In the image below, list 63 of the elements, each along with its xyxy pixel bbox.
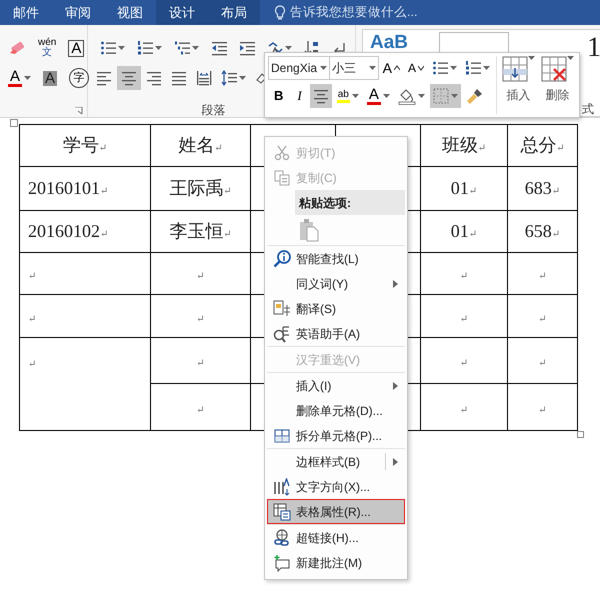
font-size-field[interactable]: 小三 xyxy=(330,56,379,80)
ribbon-tab[interactable]: 审阅 xyxy=(52,0,104,25)
table-cell: 20160102↵ xyxy=(20,210,150,252)
table-cell: ↵ xyxy=(420,252,508,294)
menu-item[interactable]: 新建批注(M) xyxy=(267,550,405,575)
highlight-button[interactable]: ab xyxy=(334,84,362,108)
character-border-button[interactable]: A xyxy=(64,36,88,60)
menu-item[interactable]: 同义词(Y) xyxy=(267,271,405,296)
table-cell: 学号↵ xyxy=(20,124,150,166)
table-cell: ↵ xyxy=(508,338,578,384)
menu-item[interactable]: 智能查找(L) xyxy=(267,246,405,271)
table-delete-button[interactable]: 删除 xyxy=(540,56,575,114)
table-cell: 01↵ xyxy=(420,166,508,210)
menu-item[interactable]: 翻译(S) xyxy=(267,296,405,321)
table-cell: 01↵ xyxy=(420,210,508,252)
table-cell: 658↵ xyxy=(508,210,578,252)
font-color-button[interactable]: A xyxy=(364,84,393,108)
table-cell: 总分↵ xyxy=(508,124,578,166)
table-cell: 683↵ xyxy=(508,166,578,210)
ribbon-tab[interactable]: 视图 xyxy=(104,0,156,25)
table-cell: ↵ xyxy=(150,384,250,430)
table-cell: 班级↵ xyxy=(420,124,508,166)
table-cell: ↵ xyxy=(420,384,508,430)
table-insert-button[interactable]: 插入 xyxy=(501,56,536,114)
grow-font-button[interactable]: A xyxy=(380,56,403,80)
menu-item[interactable]: 英语助手(A) xyxy=(267,321,405,346)
table-cell: ↵ xyxy=(150,294,250,338)
ribbon-tab[interactable]: 设计 xyxy=(156,0,208,25)
shrink-font-button[interactable]: A xyxy=(404,56,427,80)
table-cell: ↵ xyxy=(20,252,150,294)
table-cell: ↵ xyxy=(150,252,250,294)
style-preview: 1 xyxy=(587,34,600,62)
group-label: 段落 xyxy=(202,103,226,117)
paste-options-header: 粘贴选项: xyxy=(295,190,405,215)
table-cell: 李玉恒↵ xyxy=(150,210,250,252)
table-cell: ↵ xyxy=(508,252,578,294)
font-color-button[interactable]: A xyxy=(4,66,36,90)
tell-me-search[interactable]: 告诉我您想要做什么... xyxy=(290,3,418,22)
bold-button[interactable]: B xyxy=(268,84,290,108)
table-cell: ↵ xyxy=(420,294,508,338)
menu-item[interactable]: 文字方向(X)... xyxy=(267,474,405,499)
table-cell: ↵ xyxy=(150,338,250,384)
font-name-field[interactable]: DengXia xyxy=(268,56,330,80)
menu-item[interactable]: 边框样式(B) xyxy=(267,449,405,474)
character-shading-button[interactable]: A xyxy=(39,66,62,90)
phonetic-guide-button[interactable]: wén 文 xyxy=(34,36,60,60)
ribbon-tab[interactable]: 布局 xyxy=(208,0,260,25)
table-cell: 姓名↵ xyxy=(150,124,250,166)
group-label: 式 xyxy=(582,101,594,118)
table-cell: ↵ xyxy=(508,384,578,430)
table-cell: 王际禹↵ xyxy=(150,166,250,210)
italic-button[interactable]: I xyxy=(291,84,308,108)
menu-item[interactable]: 插入(I) xyxy=(267,373,405,398)
menu-item[interactable]: 表格属性(R)... xyxy=(267,499,405,524)
table-cell: 20160101↵ xyxy=(20,166,150,210)
table-cell: ↵ xyxy=(420,338,508,384)
menu-item[interactable]: 删除单元格(D)... xyxy=(267,398,405,423)
table-cell: ↵ xyxy=(20,294,150,338)
table-cell: ↵ xyxy=(508,294,578,338)
menu-item[interactable]: 超链接(H)... xyxy=(267,525,405,550)
ribbon-tab[interactable]: 邮件 xyxy=(0,0,52,25)
table-cell: ↵ xyxy=(20,338,150,430)
menu-item[interactable]: 拆分单元格(P)... xyxy=(267,423,405,448)
